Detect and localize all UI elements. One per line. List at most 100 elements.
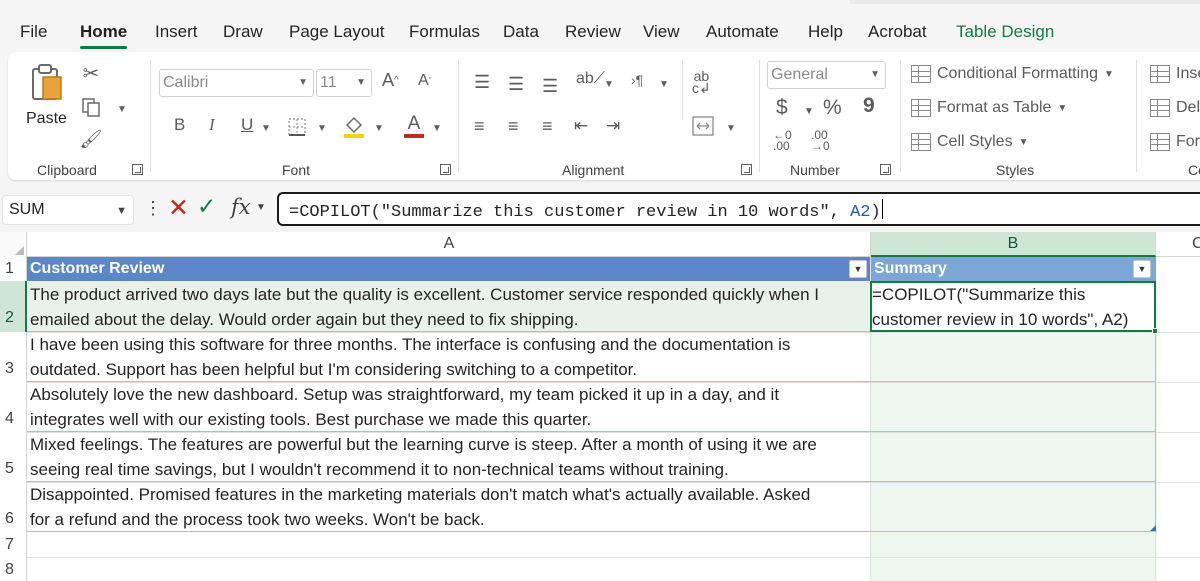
align-right-icon[interactable]: ≡	[542, 116, 553, 137]
tab-view[interactable]: View	[643, 22, 680, 42]
table-resize-handle[interactable]	[1150, 525, 1156, 531]
orientation-icon[interactable]: ab⟋	[576, 70, 605, 88]
format-as-table-button[interactable]: Format as Table ▼	[911, 99, 1067, 117]
cell-a4-line2: integrates well with our existing tools.…	[30, 410, 592, 429]
tab-data[interactable]: Data	[503, 22, 539, 42]
orientation-dropdown-icon[interactable]: ▼	[604, 79, 614, 90]
merge-dropdown-icon[interactable]: ▼	[726, 123, 736, 134]
conditional-formatting-button[interactable]: Conditional Formatting ▼	[911, 65, 1114, 83]
more-options-icon[interactable]: ⋮	[144, 198, 162, 219]
tab-page-layout[interactable]: Page Layout	[289, 22, 384, 42]
decrease-indent-icon[interactable]: ⇤	[574, 116, 588, 136]
column-header-c[interactable]: C	[1156, 232, 1200, 257]
decrease-font-size-icon[interactable]: Aˇ	[418, 72, 432, 90]
text-direction-dropdown-icon[interactable]: ▼	[659, 79, 669, 90]
align-left-icon[interactable]: ≡	[474, 116, 485, 137]
text-cursor	[881, 199, 883, 219]
tab-insert[interactable]: Insert	[155, 22, 198, 42]
cut-icon[interactable]: ✂	[80, 62, 102, 85]
borders-dropdown-icon[interactable]: ▼	[317, 123, 327, 134]
cancel-icon[interactable]: ✕	[168, 193, 189, 223]
row-header-3[interactable]: 3	[0, 332, 27, 382]
row-header-7[interactable]: 7	[0, 532, 27, 557]
underline-dropdown-icon[interactable]: ▼	[261, 123, 271, 134]
align-top-icon[interactable]: ☰	[474, 72, 490, 93]
align-middle-icon[interactable]: ☰	[508, 74, 524, 95]
number-format-select[interactable]: General ▼	[767, 61, 886, 89]
currency-button[interactable]: $	[776, 96, 788, 120]
font-color-icon[interactable]: A	[402, 112, 426, 140]
merge-center-icon[interactable]	[690, 114, 716, 138]
italic-button[interactable]: I	[209, 115, 215, 135]
cell-styles-button[interactable]: Cell Styles ▼	[911, 133, 1028, 151]
row-header-6[interactable]: 6	[0, 482, 27, 532]
insert-cells-button[interactable]: Inse	[1150, 65, 1200, 83]
decrease-decimal-icon[interactable]: .00 →0	[811, 129, 830, 152]
delete-cells-button[interactable]: Dele	[1150, 99, 1200, 117]
borders-icon[interactable]	[286, 116, 308, 138]
cell-a3-line1: I have been using this software for thre…	[30, 335, 791, 354]
formula-input[interactable]: =COPILOT("Summarize this customer review…	[277, 192, 1200, 226]
copy-icon[interactable]	[80, 96, 102, 118]
alignment-launcher-icon[interactable]	[741, 164, 752, 175]
title-strip	[850, 0, 1200, 4]
increase-font-size-icon[interactable]: A ^	[382, 70, 399, 91]
column-header-a[interactable]: A	[28, 232, 871, 257]
currency-dropdown-icon[interactable]: ▼	[804, 106, 814, 117]
filter-dropdown-icon[interactable]: ▼	[1133, 260, 1151, 278]
fill-color-icon[interactable]	[342, 114, 366, 140]
table-header-b[interactable]: Summary	[871, 257, 1156, 281]
font-name-select[interactable]: Calibri ▼	[159, 69, 314, 97]
format-painter-icon[interactable]: 🖌	[80, 128, 103, 150]
row-header-1[interactable]: 1	[0, 257, 27, 281]
table-header-a[interactable]: Customer Review	[27, 257, 870, 281]
wrap-text-icon[interactable]: ab c↲	[692, 69, 711, 95]
paste-icon[interactable]	[27, 62, 67, 104]
row-header-4[interactable]: 4	[0, 382, 27, 432]
filter-dropdown-icon[interactable]: ▼	[849, 260, 867, 278]
font-name-value: Calibri	[163, 74, 209, 91]
name-box[interactable]: SUM ▼	[2, 195, 134, 225]
clipboard-launcher-icon[interactable]	[132, 164, 143, 175]
tab-acrobat[interactable]: Acrobat	[868, 22, 927, 42]
divider	[759, 60, 760, 172]
fill-color-dropdown-icon[interactable]: ▼	[374, 123, 384, 134]
tab-automate[interactable]: Automate	[706, 22, 779, 42]
tab-review[interactable]: Review	[565, 22, 621, 42]
tab-file[interactable]: File	[20, 22, 47, 42]
tab-help[interactable]: Help	[808, 22, 843, 42]
styles-group-label: Styles	[996, 162, 1035, 178]
number-launcher-icon[interactable]	[880, 164, 891, 175]
tab-formulas[interactable]: Formulas	[409, 22, 480, 42]
insert-function-icon[interactable]: fx	[231, 195, 251, 219]
increase-indent-icon[interactable]: ⇥	[606, 116, 620, 136]
increase-decimal-icon[interactable]: ←0.00	[773, 129, 792, 152]
chevron-down-icon: ▼	[870, 69, 880, 80]
format-cells-button[interactable]: For	[1150, 133, 1200, 151]
font-size-select[interactable]: 11 ▼	[316, 69, 372, 97]
bold-button[interactable]: B	[174, 115, 185, 135]
tab-table-design[interactable]: Table Design	[956, 22, 1054, 42]
row-header-2[interactable]: 2	[0, 281, 27, 332]
align-bottom-icon[interactable]: ☰	[542, 76, 558, 97]
paste-label[interactable]: Paste	[26, 110, 67, 128]
row-header-5[interactable]: 5	[0, 432, 27, 482]
font-color-dropdown-icon[interactable]: ▼	[432, 123, 442, 134]
insert-cells-icon	[1150, 65, 1170, 83]
worksheet-grid[interactable]: Customer Review ▼ Summary ▼ The product …	[27, 257, 1200, 581]
font-launcher-icon[interactable]	[440, 164, 451, 175]
enter-icon[interactable]: ✓	[197, 193, 216, 220]
underline-button[interactable]: U	[241, 115, 253, 135]
column-header-b[interactable]: B	[871, 232, 1156, 257]
select-all-button[interactable]	[0, 232, 27, 257]
percent-button[interactable]: %	[823, 96, 842, 120]
fill-handle[interactable]	[1152, 328, 1158, 334]
row-header-8[interactable]: 8	[0, 557, 27, 581]
text-direction-icon[interactable]: ›¶	[631, 72, 643, 88]
chevron-down-icon[interactable]: ▼	[256, 202, 266, 213]
tab-home[interactable]: Home	[80, 22, 128, 49]
copy-dropdown-icon[interactable]: ▼	[117, 104, 127, 115]
tab-draw[interactable]: Draw	[223, 22, 263, 42]
comma-style-button[interactable]: 9	[863, 94, 875, 118]
align-center-icon[interactable]: ≡	[508, 116, 519, 137]
